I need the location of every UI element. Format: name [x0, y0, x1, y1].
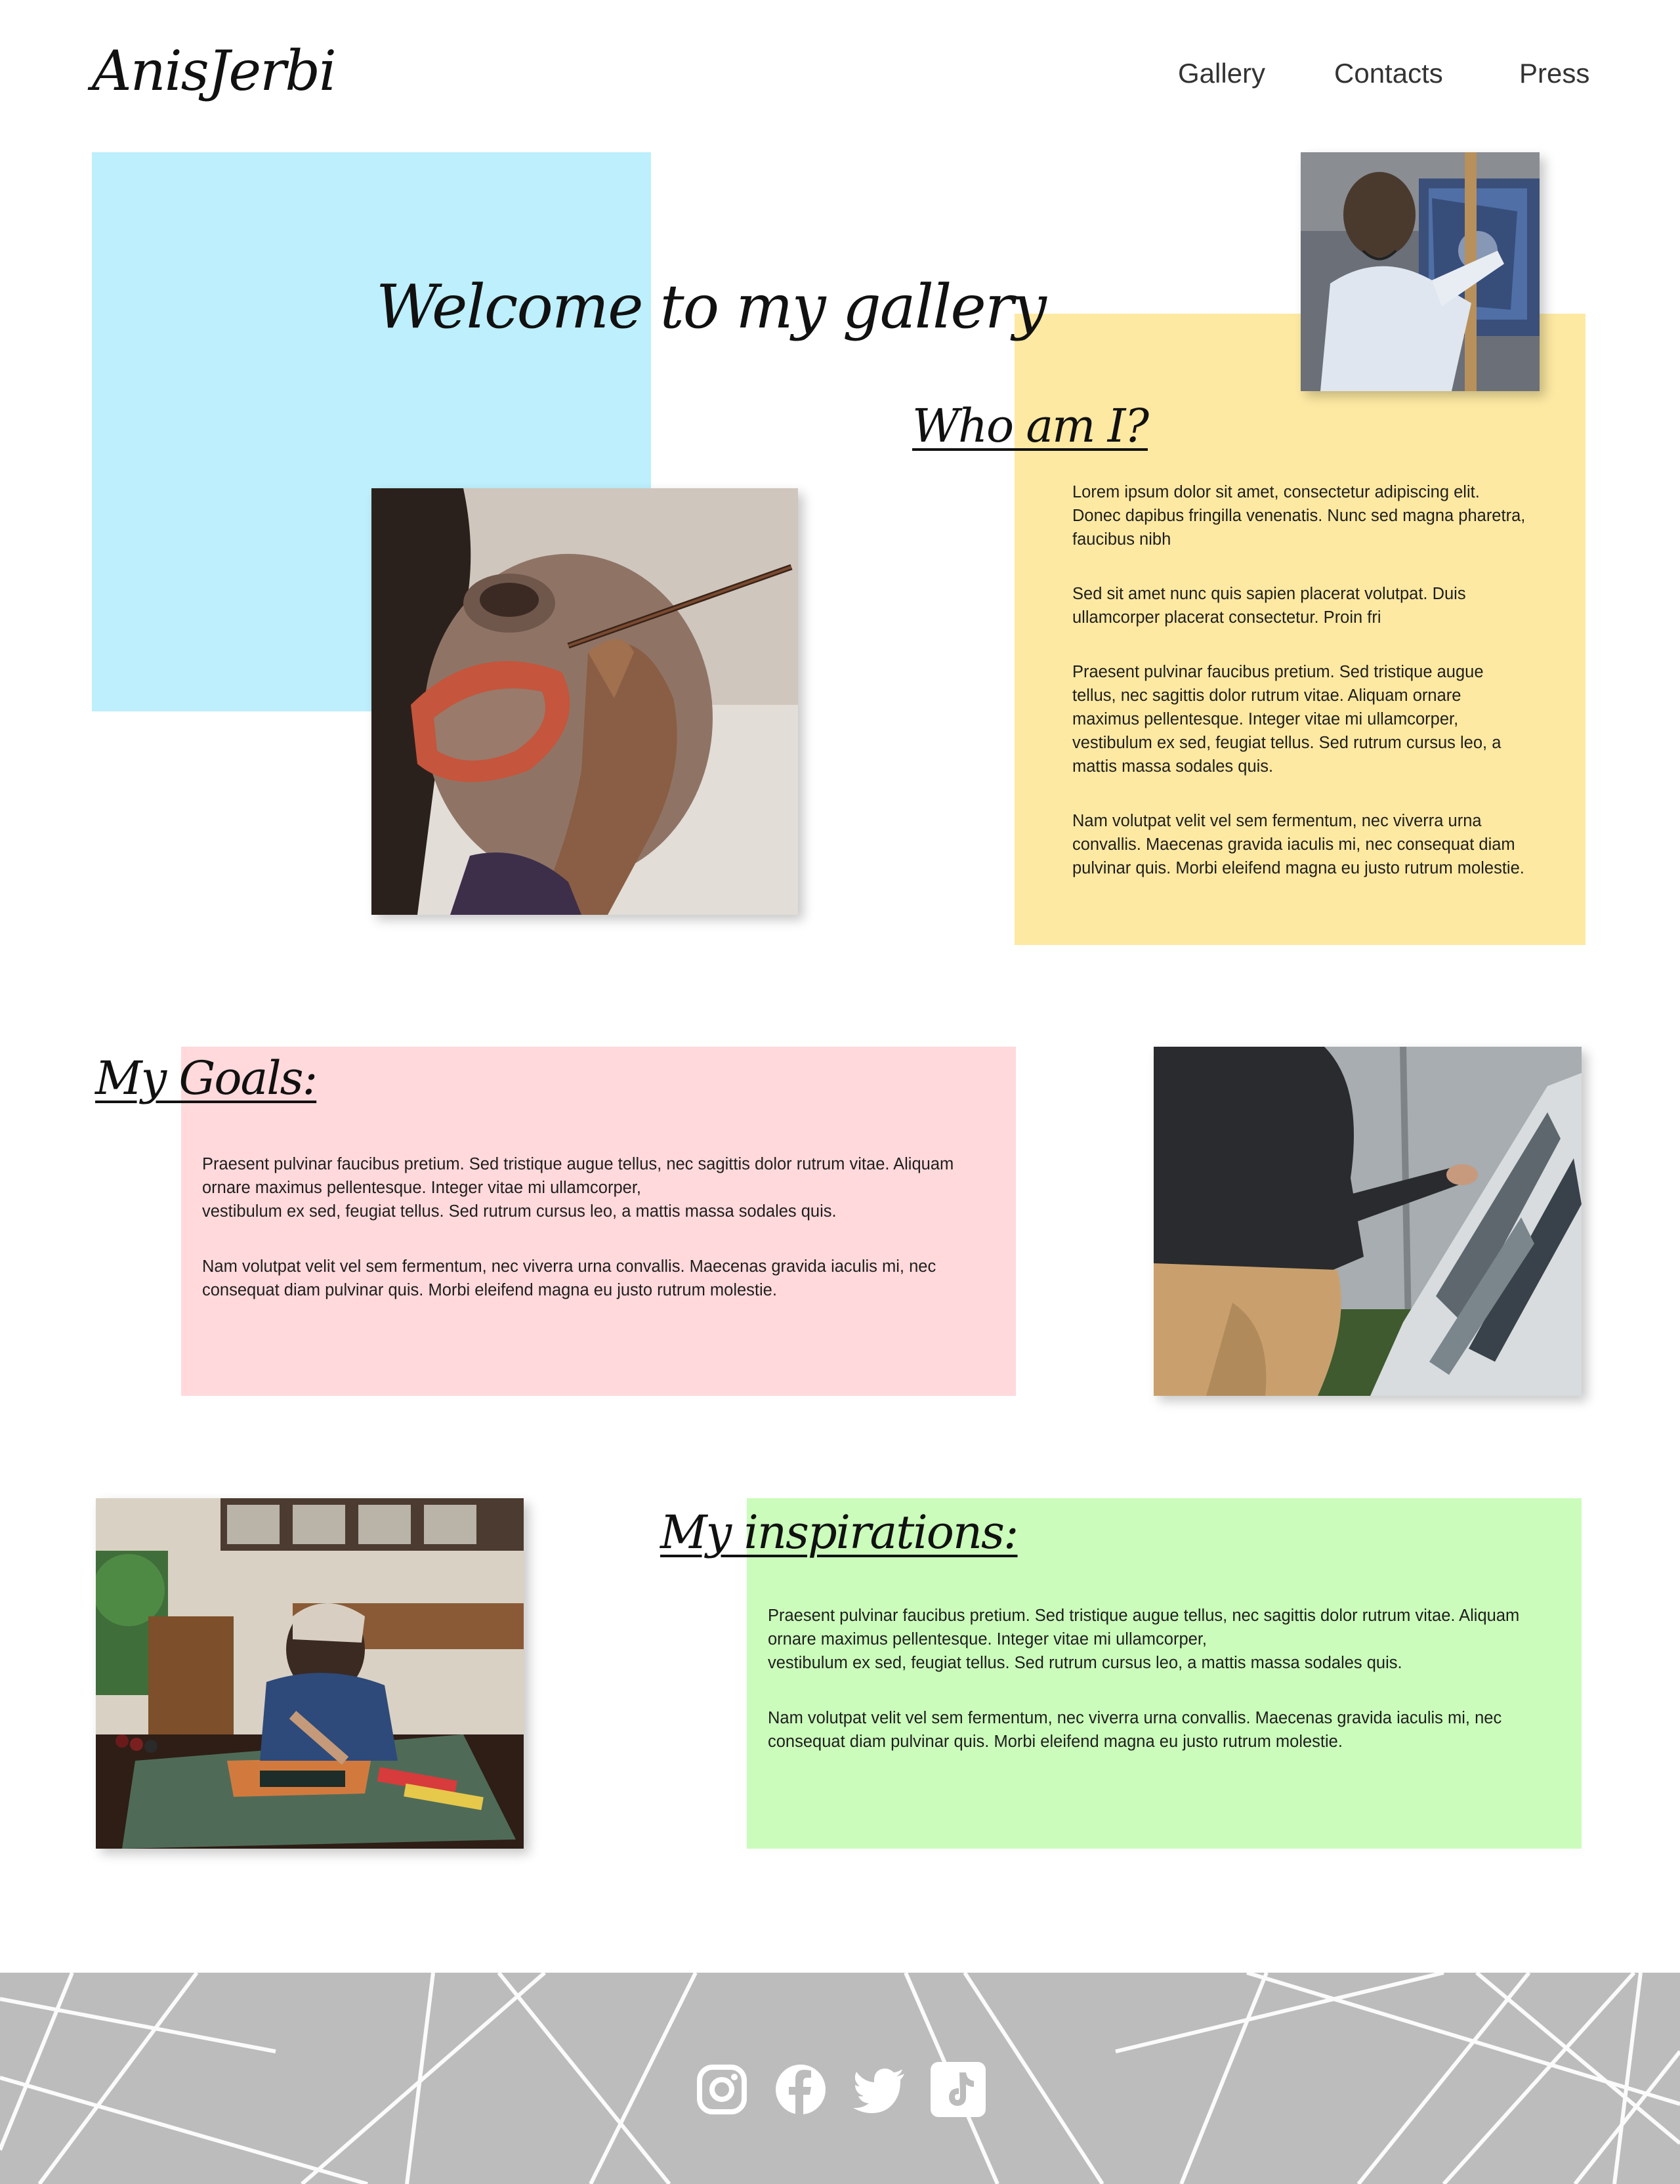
- instagram-icon[interactable]: [694, 2062, 749, 2117]
- hero-title: Welcome to my gallery: [376, 272, 1047, 342]
- inspirations-title: My inspirations:: [660, 1505, 1019, 1559]
- social-links: [694, 2061, 990, 2118]
- inspirations-text: Praesent pulvinar faucibus pretium. Sed …: [768, 1604, 1568, 1785]
- inspirations-paragraph: Praesent pulvinar faucibus pretium. Sed …: [768, 1606, 1520, 1672]
- goals-paragraph: Praesent pulvinar faucibus pretium. Sed …: [202, 1155, 954, 1221]
- nav-gallery-link[interactable]: Gallery: [1178, 54, 1265, 93]
- who-paragraph: Nam volutpat velit vel sem fermentum, ne…: [1072, 812, 1524, 877]
- nav-contacts-link[interactable]: Contacts: [1334, 54, 1443, 93]
- twitter-icon[interactable]: [852, 2062, 907, 2117]
- goals-title: My Goals:: [95, 1051, 318, 1105]
- site-logo[interactable]: AnisJerbi: [92, 38, 337, 104]
- artist-painting-photo: [1301, 152, 1540, 391]
- abstract-canvas-photo: [1154, 1047, 1582, 1396]
- who-paragraph: Lorem ipsum dolor sit amet, consectetur …: [1072, 483, 1526, 549]
- goals-paragraph: Nam volutpat velit vel sem fermentum, ne…: [202, 1257, 936, 1299]
- goals-text: Praesent pulvinar faucibus pretium. Sed …: [202, 1152, 1003, 1334]
- vase-painting-photo: [371, 488, 798, 915]
- who-paragraph: Praesent pulvinar faucibus pretium. Sed …: [1072, 663, 1502, 776]
- who-text: Lorem ipsum dolor sit amet, consectetur …: [1072, 480, 1532, 911]
- who-paragraph: Sed sit amet nunc quis sapien placerat v…: [1072, 585, 1466, 627]
- nav-press-link[interactable]: Press: [1519, 54, 1589, 93]
- facebook-icon[interactable]: [773, 2062, 828, 2117]
- inspirations-paragraph: Nam volutpat velit vel sem fermentum, ne…: [768, 1709, 1502, 1751]
- fabric-painting-photo: [96, 1498, 524, 1849]
- who-title: Who am I?: [912, 399, 1149, 453]
- tiktok-icon[interactable]: [931, 2062, 986, 2117]
